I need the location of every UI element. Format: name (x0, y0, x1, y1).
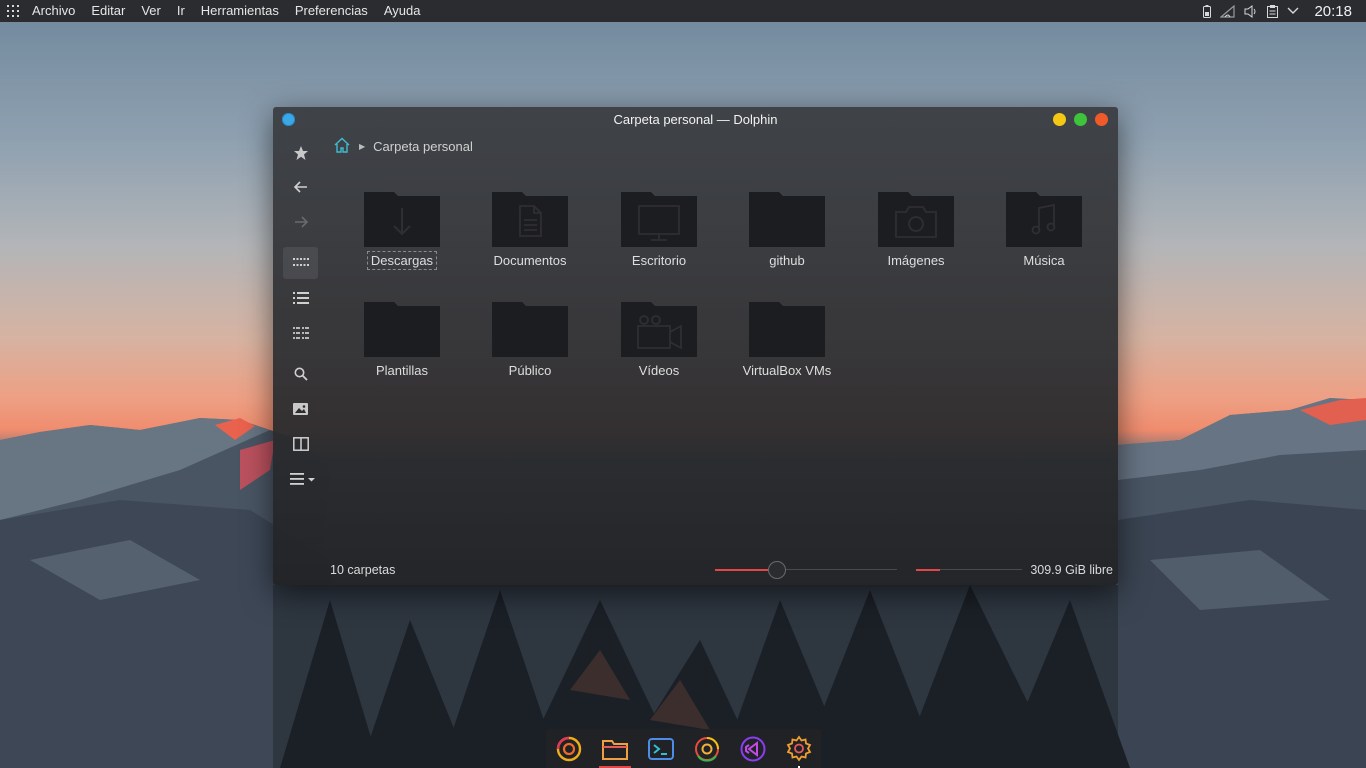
status-bar: 10 carpetas 309.9 GiB libre (273, 559, 1118, 581)
file-manager-icon[interactable] (600, 734, 630, 764)
battery-icon[interactable] (1203, 4, 1212, 18)
details-view-button[interactable] (283, 282, 318, 314)
terminal-icon[interactable] (646, 734, 676, 764)
details-view-icon (292, 292, 309, 304)
menu-editar[interactable]: Editar (83, 0, 133, 22)
folder-item[interactable]: Documentos (475, 190, 585, 290)
folder-label: Documentos (493, 253, 567, 268)
app-launcher-icon[interactable] (2, 0, 24, 22)
folder-icon (364, 302, 440, 357)
status-free-space: 309.9 GiB libre (1030, 563, 1113, 577)
folder-label: Público (508, 363, 552, 378)
network-icon[interactable] (1220, 4, 1236, 18)
folder-download-icon (364, 192, 440, 247)
close-button[interactable] (1095, 113, 1108, 126)
status-item-count: 10 carpetas (330, 563, 396, 577)
minimize-button[interactable] (1053, 113, 1066, 126)
folder-item[interactable]: Imágenes (861, 190, 971, 290)
clipboard-icon[interactable] (1267, 4, 1279, 18)
chrome-icon[interactable] (692, 734, 722, 764)
zoom-slider-handle[interactable] (768, 561, 786, 579)
folder-item[interactable]: Música (989, 190, 1099, 290)
compact-view-button[interactable] (283, 317, 318, 349)
top-panel: Archivo Editar Ver Ir Herramientas Prefe… (0, 0, 1366, 22)
dock (546, 729, 821, 768)
firefox-icon[interactable] (554, 734, 584, 764)
folder-icon (749, 192, 825, 247)
disk-usage-bar (940, 569, 1022, 570)
back-icon (293, 181, 307, 193)
search-button[interactable] (283, 358, 318, 390)
menu-ayuda[interactable]: Ayuda (376, 0, 429, 22)
window-titlebar[interactable]: Carpeta personal — Dolphin (273, 107, 1118, 131)
zoom-slider-track[interactable] (777, 569, 897, 570)
menu-ir[interactable]: Ir (169, 0, 193, 22)
compact-view-icon (292, 327, 309, 339)
folder-label: VirtualBox VMs (742, 363, 832, 378)
star-icon (293, 146, 308, 160)
dolphin-window: Carpeta personal — Dolphin ▶ Carpeta per… (273, 107, 1118, 585)
settings-icon[interactable] (784, 734, 814, 764)
folder-label: Plantillas (375, 363, 429, 378)
folder-item[interactable]: github (732, 190, 842, 290)
folder-label: Vídeos (638, 363, 680, 378)
forward-button[interactable] (283, 206, 318, 238)
clock[interactable]: 20:18 (1314, 3, 1352, 20)
folder-item[interactable]: Escritorio (604, 190, 714, 290)
folder-music-icon (1006, 192, 1082, 247)
breadcrumb-separator-icon: ▶ (359, 141, 366, 151)
chevron-down-icon[interactable] (1287, 7, 1299, 15)
home-icon[interactable] (333, 137, 351, 156)
breadcrumb-current[interactable]: Carpeta personal (373, 139, 473, 154)
menu-herramientas[interactable]: Herramientas (193, 0, 287, 22)
icons-view-icon (292, 258, 309, 266)
disk-usage-bar-fill (916, 569, 940, 571)
back-button[interactable] (283, 171, 318, 203)
folder-item[interactable]: Descargas (347, 190, 457, 290)
window-title: Carpeta personal — Dolphin (613, 111, 778, 127)
split-view-button[interactable] (283, 428, 318, 460)
forward-icon (294, 216, 308, 228)
folder-icon (492, 302, 568, 357)
folder-item[interactable]: VirtualBox VMs (732, 300, 842, 400)
search-icon (294, 367, 308, 381)
folder-label: Escritorio (631, 253, 687, 268)
maximize-button[interactable] (1074, 113, 1087, 126)
folder-item[interactable]: Público (475, 300, 585, 400)
preview-button[interactable] (283, 393, 318, 425)
menu-ver[interactable]: Ver (133, 0, 169, 22)
window-menu-button[interactable] (282, 113, 295, 126)
breadcrumb: ▶ Carpeta personal (333, 135, 473, 157)
folder-item[interactable]: Plantillas (347, 300, 457, 400)
places-button[interactable] (283, 137, 318, 169)
split-icon (292, 437, 309, 451)
vscode-icon[interactable] (738, 734, 768, 764)
folder-documents-icon (492, 192, 568, 247)
hamburger-menu-icon (290, 473, 315, 485)
folder-desktop-icon (621, 192, 697, 247)
hamburger-menu-button[interactable] (283, 463, 323, 495)
preview-icon (293, 403, 308, 415)
volume-icon[interactable] (1244, 4, 1258, 18)
folder-label: Descargas (366, 251, 438, 270)
icons-view-button[interactable] (283, 247, 318, 279)
folder-label: Imágenes (887, 253, 945, 268)
folder-videos-icon (621, 302, 697, 357)
folder-item[interactable]: Vídeos (604, 300, 714, 400)
folder-icon (749, 302, 825, 357)
menu-archivo[interactable]: Archivo (24, 0, 83, 22)
folder-label: Música (1023, 253, 1065, 268)
system-tray: 20:18 (1203, 3, 1366, 20)
folder-pictures-icon (878, 192, 954, 247)
folder-label: github (769, 253, 805, 268)
menu-preferencias[interactable]: Preferencias (287, 0, 376, 22)
